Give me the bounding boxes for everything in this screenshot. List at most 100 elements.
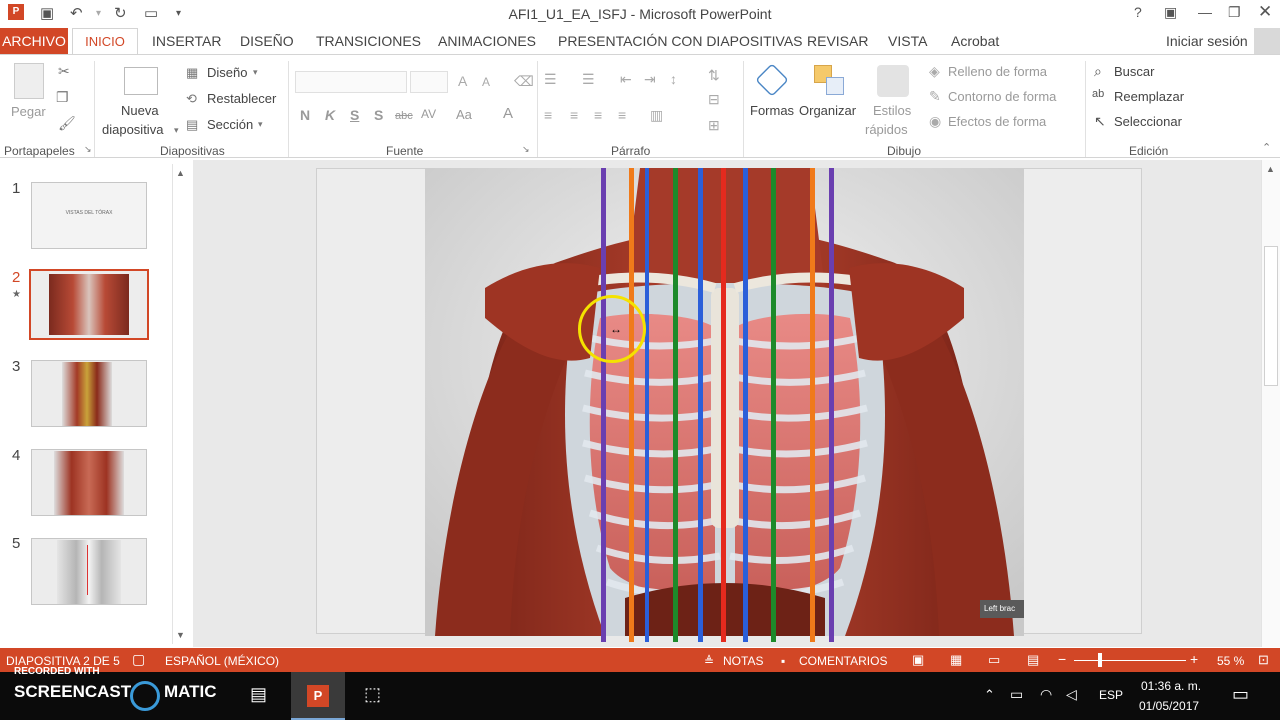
- char-spacing-button[interactable]: AV: [421, 107, 436, 121]
- quick-styles-label-2[interactable]: rápidos: [865, 122, 908, 137]
- columns-icon[interactable]: ▥: [650, 107, 663, 124]
- help-button[interactable]: ?: [1134, 4, 1142, 20]
- tab-insertar[interactable]: INSERTAR: [152, 33, 222, 49]
- tab-diseno[interactable]: DISEÑO: [240, 33, 294, 49]
- align-left-icon[interactable]: ≡: [544, 107, 552, 123]
- reading-view-icon[interactable]: ▭: [988, 652, 1000, 668]
- font-size-select[interactable]: [410, 71, 448, 93]
- reset-icon[interactable]: ⟲: [186, 91, 197, 107]
- tab-acrobat[interactable]: Acrobat: [951, 33, 999, 49]
- find-button[interactable]: Buscar: [1114, 64, 1154, 79]
- slideshow-icon[interactable]: ▤: [1027, 652, 1039, 668]
- chevron-down-icon[interactable]: ▾: [253, 67, 258, 78]
- notes-button[interactable]: NOTAS: [723, 654, 763, 668]
- volume-icon[interactable]: ◁: [1066, 686, 1077, 703]
- shapes-button[interactable]: Formas: [750, 103, 794, 118]
- shape-fill-icon[interactable]: ◈: [929, 63, 940, 80]
- change-case-button[interactable]: Aa: [456, 107, 472, 122]
- slide-thumbnail-2[interactable]: [29, 269, 149, 340]
- underline-button[interactable]: S: [350, 107, 359, 123]
- battery-icon[interactable]: ▭: [1010, 686, 1023, 703]
- decrease-indent-icon[interactable]: ⇤: [620, 71, 632, 88]
- zoom-level[interactable]: 55 %: [1217, 654, 1244, 668]
- layout-button[interactable]: Diseño: [207, 65, 247, 80]
- numbering-icon[interactable]: ☰: [582, 71, 595, 88]
- minimize-icon[interactable]: —: [1198, 4, 1212, 20]
- format-painter-icon[interactable]: 🖌: [58, 115, 76, 132]
- slide-thumbnail-5[interactable]: [31, 538, 147, 605]
- ribbon-display-icon[interactable]: ▣: [1164, 4, 1177, 21]
- thumbnail-scrollbar[interactable]: ▲ ▼: [172, 164, 189, 644]
- zoom-in-icon[interactable]: +: [1190, 651, 1198, 667]
- scroll-down-icon[interactable]: ▼: [176, 630, 185, 640]
- chevron-down-icon[interactable]: ▾: [258, 119, 263, 130]
- sign-in-link[interactable]: Iniciar sesión: [1166, 33, 1248, 49]
- slide-sorter-icon[interactable]: ▦: [950, 652, 962, 668]
- language-indicator[interactable]: ESPAÑOL (MÉXICO): [165, 654, 279, 668]
- notes-icon[interactable]: ≜: [704, 654, 714, 668]
- collapse-ribbon-icon[interactable]: ⌃: [1262, 141, 1271, 154]
- zoom-slider[interactable]: [1074, 660, 1186, 661]
- clock-date[interactable]: 01/05/2017: [1139, 699, 1199, 713]
- store-icon[interactable]: ▤: [250, 684, 267, 705]
- line-spacing-icon[interactable]: ↕: [670, 71, 677, 87]
- shapes-icon[interactable]: [755, 63, 789, 97]
- new-slide-icon[interactable]: [124, 67, 158, 95]
- quick-styles-icon[interactable]: [877, 65, 909, 97]
- chevron-down-icon[interactable]: ▾: [174, 125, 179, 136]
- zoom-out-icon[interactable]: −: [1058, 651, 1066, 667]
- close-icon[interactable]: ✕: [1258, 2, 1272, 22]
- copy-icon[interactable]: ❐: [56, 89, 69, 106]
- comments-icon[interactable]: ▪: [781, 654, 785, 668]
- font-color-button[interactable]: A: [503, 105, 513, 122]
- shape-effects-button[interactable]: Efectos de forma: [948, 114, 1046, 129]
- shape-outline-button[interactable]: Contorno de forma: [948, 89, 1056, 104]
- cut-icon[interactable]: ✂: [58, 63, 70, 80]
- tab-animaciones[interactable]: ANIMACIONES: [438, 33, 536, 49]
- normal-view-icon[interactable]: ▣: [912, 652, 924, 668]
- align-right-icon[interactable]: ≡: [594, 107, 602, 123]
- scroll-up-icon[interactable]: ▲: [1266, 164, 1275, 174]
- arrange-button[interactable]: Organizar: [799, 103, 856, 118]
- avatar[interactable]: [1254, 28, 1280, 54]
- scroll-up-icon[interactable]: ▲: [176, 168, 185, 178]
- font-name-select[interactable]: [295, 71, 407, 93]
- clock-time[interactable]: 01:36 a. m.: [1141, 679, 1201, 693]
- input-language[interactable]: ESP: [1099, 688, 1123, 702]
- tab-presentacion[interactable]: PRESENTACIÓN CON DIAPOSITIVAS: [558, 33, 803, 49]
- comments-button[interactable]: COMENTARIOS: [799, 654, 887, 668]
- align-text-icon[interactable]: ⊟: [708, 91, 720, 108]
- notifications-icon[interactable]: ▭: [1232, 684, 1249, 705]
- increase-indent-icon[interactable]: ⇥: [644, 71, 656, 88]
- paste-button[interactable]: Pegar: [11, 104, 46, 119]
- replace-icon[interactable]: ab: [1092, 88, 1104, 100]
- smartart-icon[interactable]: ⊞: [708, 117, 720, 134]
- section-icon[interactable]: ▤: [186, 117, 198, 133]
- grow-font-icon[interactable]: A: [458, 73, 467, 89]
- editor-scrollbar[interactable]: ▲: [1261, 160, 1280, 647]
- section-button[interactable]: Sección: [207, 117, 253, 132]
- bold-button[interactable]: N: [300, 107, 310, 123]
- italic-button[interactable]: K: [325, 107, 335, 123]
- snipping-icon[interactable]: ⬚: [364, 684, 381, 705]
- align-center-icon[interactable]: ≡: [570, 107, 578, 123]
- select-button[interactable]: Seleccionar: [1114, 114, 1182, 129]
- zoom-slider-thumb[interactable]: [1098, 653, 1102, 667]
- shape-effects-icon[interactable]: ◉: [929, 113, 941, 130]
- tab-transiciones[interactable]: TRANSICIONES: [316, 33, 421, 49]
- wifi-icon[interactable]: ◠: [1040, 686, 1052, 703]
- shape-outline-icon[interactable]: ✎: [929, 88, 941, 105]
- thorax-anatomy-image[interactable]: ↔ Left brac: [425, 168, 1024, 642]
- new-slide-label-2[interactable]: diapositiva: [102, 122, 163, 137]
- shape-fill-button[interactable]: Relleno de forma: [948, 64, 1047, 79]
- paste-icon[interactable]: [14, 63, 44, 99]
- shrink-font-icon[interactable]: A: [482, 75, 490, 89]
- layout-icon[interactable]: ▦: [186, 65, 198, 81]
- scroll-thumb[interactable]: [1264, 246, 1278, 386]
- taskbar-powerpoint[interactable]: P: [291, 672, 345, 720]
- launcher-icon[interactable]: ↘: [84, 144, 92, 155]
- slide-thumbnail-4[interactable]: [31, 449, 147, 516]
- justify-icon[interactable]: ≡: [618, 107, 626, 123]
- select-cursor-icon[interactable]: ↖: [1094, 113, 1106, 130]
- replace-button[interactable]: Reemplazar: [1114, 89, 1184, 104]
